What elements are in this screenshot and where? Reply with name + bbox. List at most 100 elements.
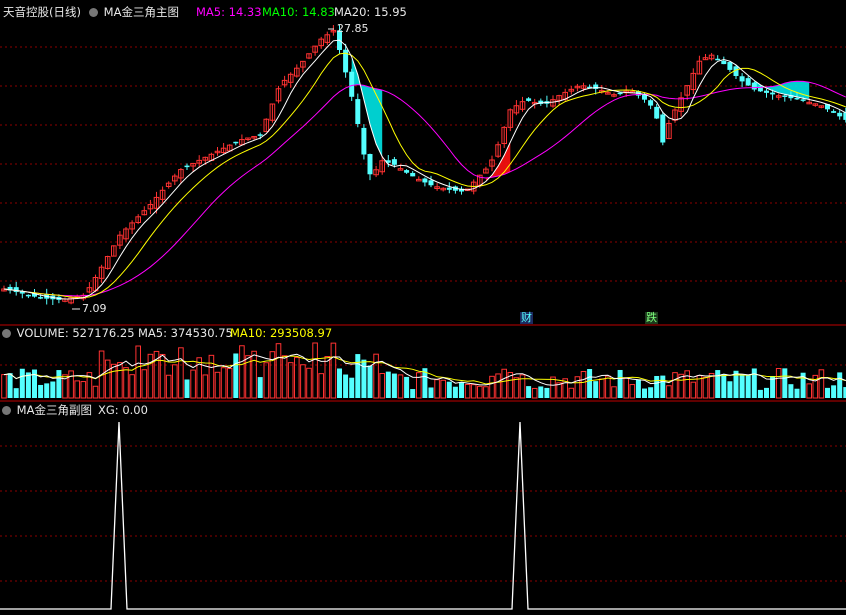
candle-body-down [800,99,806,101]
volume-bar-up [440,379,446,399]
candle-body-down [428,180,434,186]
volume-bar-down [764,387,769,398]
candle-body-down [391,159,397,165]
main-indicator-name[interactable]: MA金三角主图 [104,5,179,19]
volume-bar-up [501,368,507,399]
volume-bar-down [751,368,757,398]
volume-bar-down [184,379,190,398]
volume-bar-down [660,375,666,398]
candle-body-down [739,76,745,82]
volume-bar-up [568,387,575,399]
volume-bar-up [379,372,385,399]
ma5-value: MA5: 14.33 [196,5,262,19]
volume-bar-down [337,368,342,398]
volume-bar-up [702,376,709,399]
volume-bar-down [38,384,44,398]
volume-bar-down [837,372,843,398]
volume-bar-down [56,370,62,398]
volume-bar-up [318,373,324,399]
volume-bar-up [190,369,196,399]
volume-bar-up [477,385,483,399]
chart-canvas[interactable] [0,0,846,615]
candlestick-series[interactable] [1,24,846,306]
volume-bar-up [684,370,691,399]
volume-bar-up [281,355,288,399]
volume-indicator-row: VOLUME: 527176.25 [2,326,135,340]
event-marker-die[interactable]: 跌 [645,312,658,324]
volume-bar-down [446,381,452,398]
sub-indicator-name[interactable]: MA金三角副图 [17,403,92,417]
ma5-line [3,39,846,300]
candle-body-down [257,134,263,136]
ma10-value: MA10: 14.83 [262,5,335,19]
volume-bar-up [300,364,306,399]
candle-body-down [367,154,373,175]
candle-body-down [349,71,355,97]
chevron-down-icon[interactable] [89,8,98,17]
volume-bar-up [226,368,233,399]
candle-body-down [837,112,843,117]
volume-bar-down [367,365,373,398]
volume-bar-down [25,372,31,398]
volume-bar-down [459,382,464,398]
volume-bar-down [544,387,550,398]
candle-body-down [751,82,757,90]
candle-body-down [526,98,532,101]
chevron-down-icon[interactable] [2,406,11,415]
volume-bar-down [50,381,56,398]
volume-bar-up [111,363,117,399]
volume-bar-up [220,367,227,399]
candle-body-down [831,111,837,113]
volume-bar-up [373,353,379,399]
volume-bar-up [239,345,245,399]
volume-bar-up [92,385,99,399]
chevron-down-icon[interactable] [2,329,11,338]
volume-bar-down [721,374,727,398]
volume-bar-up [397,374,404,399]
volume-bar-down [782,368,788,398]
volume-bar-up [666,385,672,399]
volume-bar-up [214,371,221,399]
volume-bar-up [165,374,172,399]
low-price-label: 7.09 [82,302,107,315]
volume-bar-up [324,356,331,399]
volume-bar-down [825,387,830,398]
volume-bar-up [611,386,617,399]
volume-bar-up [202,374,209,399]
ma20-value: MA20: 15.95 [334,5,407,19]
high-price-label: 27.85 [337,22,369,35]
volume-bar-up [1,374,7,399]
candle-body-down [648,100,654,106]
candle-body-down [38,297,44,299]
volume-bar-down [648,387,654,398]
candle-body-down [794,97,800,100]
volume-bar-up [550,376,556,399]
volume-bar-up [489,375,495,399]
candle-body-down [184,165,190,168]
candle-body-down [715,58,721,61]
volume-bar-up [434,379,440,399]
candle-body-down [404,170,410,173]
volume-bar-down [831,385,837,398]
candle-body-down [361,127,367,155]
volume-bar-down [526,386,532,398]
event-marker-cai[interactable]: 财 [520,312,533,324]
volume-bar-up [123,367,129,399]
stock-title: 天音控股(日线) [3,5,81,19]
volume-bar-up [623,377,630,399]
volume-bar-down [642,388,647,398]
volume-bar-up [129,374,135,399]
volume-bar-up [806,383,813,399]
volume-bar-down [404,376,410,398]
volume-bar-up [141,369,148,399]
volume-bar-up [294,357,300,399]
volume-bars[interactable] [1,342,846,399]
volume-bar-down [410,389,416,398]
volume-bar-down [343,374,349,398]
volume-bar-up [775,368,782,399]
volume-bar-up [251,350,257,399]
candle-body-down [727,62,733,70]
moving-average-lines [3,39,846,300]
grid-lines [0,46,846,582]
volume-bar-down [385,371,391,398]
